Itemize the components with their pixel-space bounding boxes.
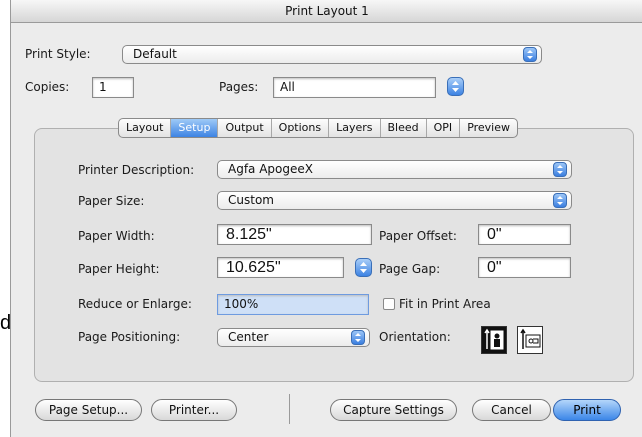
capture-settings-button[interactable]: Capture Settings <box>330 399 457 421</box>
tab-layers[interactable]: Layers <box>329 119 381 137</box>
tab-opi[interactable]: OPI <box>427 119 461 137</box>
print-button[interactable]: Print <box>553 399 621 421</box>
paper-height-label: Paper Height: <box>78 262 160 276</box>
tab-setup[interactable]: Setup <box>171 119 219 137</box>
printer-description-label: Printer Description: <box>78 163 195 177</box>
popup-arrows-icon <box>523 47 537 62</box>
page-gap-field[interactable]: 0" <box>478 257 571 278</box>
print-style-label: Print Style: <box>25 47 91 61</box>
pages-stepper[interactable] <box>447 77 464 96</box>
print-style-popup[interactable]: Default <box>122 45 542 64</box>
popup-arrows-icon <box>553 162 567 177</box>
copies-field[interactable]: 1 <box>92 77 134 98</box>
fit-print-area-label: Fit in Print Area <box>399 297 491 311</box>
page-gap-label: Page Gap: <box>379 262 441 276</box>
printer-description-popup[interactable]: Agfa ApogeeX <box>217 160 572 179</box>
page-positioning-label: Page Positioning: <box>78 330 181 344</box>
paper-size-label: Paper Size: <box>78 194 145 208</box>
print-layout-dialog: Print Layout 1 Print Style: Default Copi… <box>10 0 642 437</box>
reduce-enlarge-field[interactable]: 100% <box>217 294 369 315</box>
popup-arrows-icon <box>553 193 567 208</box>
printer-button[interactable]: Printer... <box>151 399 237 421</box>
button-divider <box>289 394 290 424</box>
pages-field[interactable]: All <box>273 77 436 98</box>
paper-offset-label: Paper Offset: <box>379 229 457 243</box>
tab-bleed[interactable]: Bleed <box>381 119 427 137</box>
paper-offset-field[interactable]: 0" <box>478 224 571 245</box>
page-positioning-popup[interactable]: Center <box>217 328 370 347</box>
orientation-label: Orientation: <box>379 330 451 344</box>
paper-size-popup[interactable]: Custom <box>217 191 572 210</box>
cancel-button[interactable]: Cancel <box>472 399 551 421</box>
paper-height-field[interactable]: 10.625" <box>217 257 344 278</box>
popup-arrows-icon <box>351 330 365 345</box>
tab-options[interactable]: Options <box>272 119 330 137</box>
paper-size-value: Custom <box>228 193 274 207</box>
stepper-arrows-icon <box>452 81 459 92</box>
tab-preview[interactable]: Preview <box>460 119 517 137</box>
page-positioning-value: Center <box>228 330 269 344</box>
copies-label: Copies: <box>25 80 70 94</box>
portrait-orientation-button[interactable] <box>481 326 507 354</box>
landscape-orientation-button[interactable] <box>517 326 543 354</box>
fit-print-area-checkbox[interactable] <box>383 298 395 310</box>
print-style-value: Default <box>133 47 177 61</box>
reduce-enlarge-label: Reduce or Enlarge: <box>78 297 192 311</box>
printer-description-value: Agfa ApogeeX <box>228 162 313 176</box>
page-setup-button[interactable]: Page Setup... <box>35 399 142 421</box>
portrait-person-icon <box>484 328 504 350</box>
paper-height-stepper[interactable] <box>355 258 372 277</box>
tab-layout[interactable]: Layout <box>119 119 172 137</box>
window-title: Print Layout 1 <box>11 0 642 23</box>
landscape-person-icon <box>520 328 541 349</box>
paper-width-label: Paper Width: <box>78 229 155 243</box>
tab-bar: Layout Setup Output Options Layers Bleed OPI Pr… <box>118 118 519 138</box>
tab-output[interactable]: Output <box>218 119 272 137</box>
paper-width-field[interactable]: 8.125" <box>217 224 372 245</box>
stepper-arrows-icon <box>360 262 367 273</box>
pages-label: Pages: <box>219 80 259 94</box>
